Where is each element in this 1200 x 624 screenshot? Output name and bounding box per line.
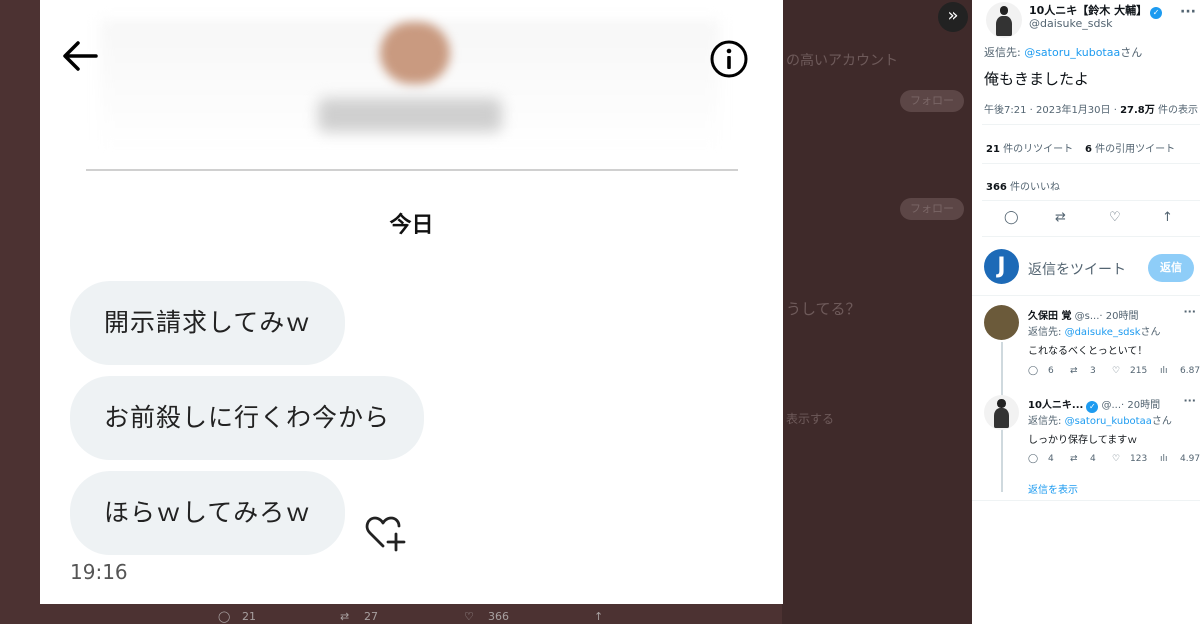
like-count: 123 — [1130, 454, 1148, 464]
blurred-username — [318, 98, 502, 132]
likes-stat[interactable]: 366 件のいいね — [986, 178, 1060, 193]
bg-follow-button-1[interactable]: フォロー — [900, 90, 964, 112]
reply-icon[interactable]: ◯ — [1028, 366, 1038, 376]
bg-follow-button-2[interactable]: フォロー — [900, 198, 964, 220]
reply-header: 久保田 覚 @s...· 20時間 — [1028, 311, 1139, 322]
bg-retweet-icon: ⇄ — [340, 610, 350, 623]
reply-icon[interactable]: ◯ — [1028, 454, 1038, 464]
quotes-stat[interactable]: 6 件の引用ツイート — [1085, 140, 1175, 155]
like-icon[interactable]: ♡ — [1112, 454, 1120, 464]
verified-badge-icon: ✓ — [1150, 7, 1163, 19]
reply-to-link[interactable]: @satoru_kubotaa — [1024, 46, 1120, 59]
divider — [982, 124, 1200, 125]
background-sidebar: の高いアカウント フォロー フォロー うしてる？ 表示する — [782, 0, 972, 624]
retweets-stat[interactable]: 21 件のリツイート — [986, 140, 1073, 155]
more-options-icon[interactable]: ··· — [1183, 394, 1196, 407]
retweet-icon[interactable]: ⇄ — [1070, 366, 1078, 376]
reply-count: 6 — [1048, 366, 1054, 376]
heart-plus-icon[interactable] — [363, 512, 409, 554]
tweet-detail-panel: 10人ニキ【鈴木 大輔】 ✓ @daisuke_sdsk ··· 返信先: @sa… — [972, 0, 1200, 624]
retweet-icon[interactable]: ⇄ — [1055, 210, 1066, 225]
reply-button[interactable]: 返信 — [1148, 254, 1194, 282]
message-timestamp: 19:16 — [70, 560, 128, 584]
show-replies-link[interactable]: 返信を表示 — [1028, 481, 1078, 496]
message-bubble: ほらｗしてみろｗ — [70, 471, 346, 555]
like-count: 215 — [1130, 366, 1148, 376]
reply-count: 4 — [1048, 454, 1054, 464]
like-icon[interactable]: ♡ — [1112, 366, 1120, 376]
retweet-count: 3 — [1090, 366, 1096, 376]
bg-whats-happening: うしてる？ — [786, 300, 861, 318]
retweet-count: 4 — [1090, 454, 1096, 464]
reply-context: 返信先: @satoru_kubotaaさん — [984, 46, 1143, 59]
reply-input[interactable]: 返信をツイート — [1028, 259, 1126, 279]
author-avatar[interactable] — [986, 2, 1022, 38]
views-icon[interactable]: ılı — [1160, 454, 1168, 464]
divider — [982, 236, 1200, 237]
reply-author-name[interactable]: 久保田 覚 — [1028, 311, 1071, 322]
blurred-avatar — [380, 22, 450, 84]
header-divider — [86, 169, 738, 171]
reply-context: 返信先: @daisuke_sdskさん — [1028, 327, 1161, 338]
tweet-text: 俺もきましたよ — [984, 70, 1090, 88]
bg-like-icon: ♡ — [464, 610, 474, 623]
author-handle[interactable]: @daisuke_sdsk — [1029, 17, 1113, 30]
retweet-icon[interactable]: ⇄ — [1070, 454, 1078, 464]
my-avatar[interactable]: J — [984, 249, 1019, 284]
views-count: 4.97 — [1180, 454, 1200, 464]
bg-retweet-count: 27 — [364, 610, 378, 623]
reply-header: 10人ニキ... ✓ @...· 20時間 — [1028, 400, 1161, 413]
divider — [982, 163, 1200, 164]
views-count: 6.87 — [1180, 366, 1200, 376]
bg-like-count: 366 — [488, 610, 509, 623]
divider — [982, 200, 1200, 201]
date-separator: 今日 — [389, 213, 434, 238]
back-arrow-icon[interactable] — [58, 34, 102, 78]
message-bubble: お前殺しに行くわ今から — [70, 376, 425, 460]
reply-text: これなるべくとっといて！ — [1028, 346, 1148, 357]
bg-reply-icon: ◯ — [218, 610, 231, 623]
bg-show-more: 表示する — [786, 412, 835, 426]
like-icon[interactable]: ♡ — [1109, 210, 1121, 225]
reply-avatar[interactable] — [984, 395, 1019, 430]
info-icon[interactable] — [708, 38, 750, 80]
dm-screenshot[interactable]: 今日 開示請求してみｗ お前殺しに行くわ今から ほらｗしてみろｗ 19:16 — [40, 0, 783, 604]
more-options-icon[interactable]: ··· — [1180, 4, 1196, 20]
bg-section-title: の高いアカウント — [786, 53, 898, 69]
more-options-icon[interactable]: ··· — [1183, 305, 1196, 318]
bg-share-icon: ↑ — [594, 610, 604, 623]
share-icon[interactable]: ↑ — [1162, 210, 1173, 225]
tweet-meta: 午後7:21 · 2023年1月30日 · 27.8万 件の表示 — [984, 105, 1198, 116]
reply-context: 返信先: @satoru_kubotaaさん — [1028, 416, 1172, 427]
reply-text: しっかり保存してますｗ — [1028, 435, 1138, 446]
divider — [972, 500, 1200, 501]
divider — [972, 295, 1200, 296]
views-icon[interactable]: ılı — [1160, 366, 1168, 376]
message-bubble: 開示請求してみｗ — [70, 281, 346, 365]
reply-avatar[interactable] — [984, 305, 1019, 340]
expand-icon[interactable]: » — [938, 2, 968, 32]
background-tweet-actions: ◯ 21 ⇄ 27 ♡ 366 ↑ — [200, 608, 760, 624]
reply-author-name[interactable]: 10人ニキ... — [1028, 400, 1083, 411]
reply-icon[interactable]: ◯ — [1004, 210, 1019, 225]
bg-reply-count: 21 — [242, 610, 256, 623]
